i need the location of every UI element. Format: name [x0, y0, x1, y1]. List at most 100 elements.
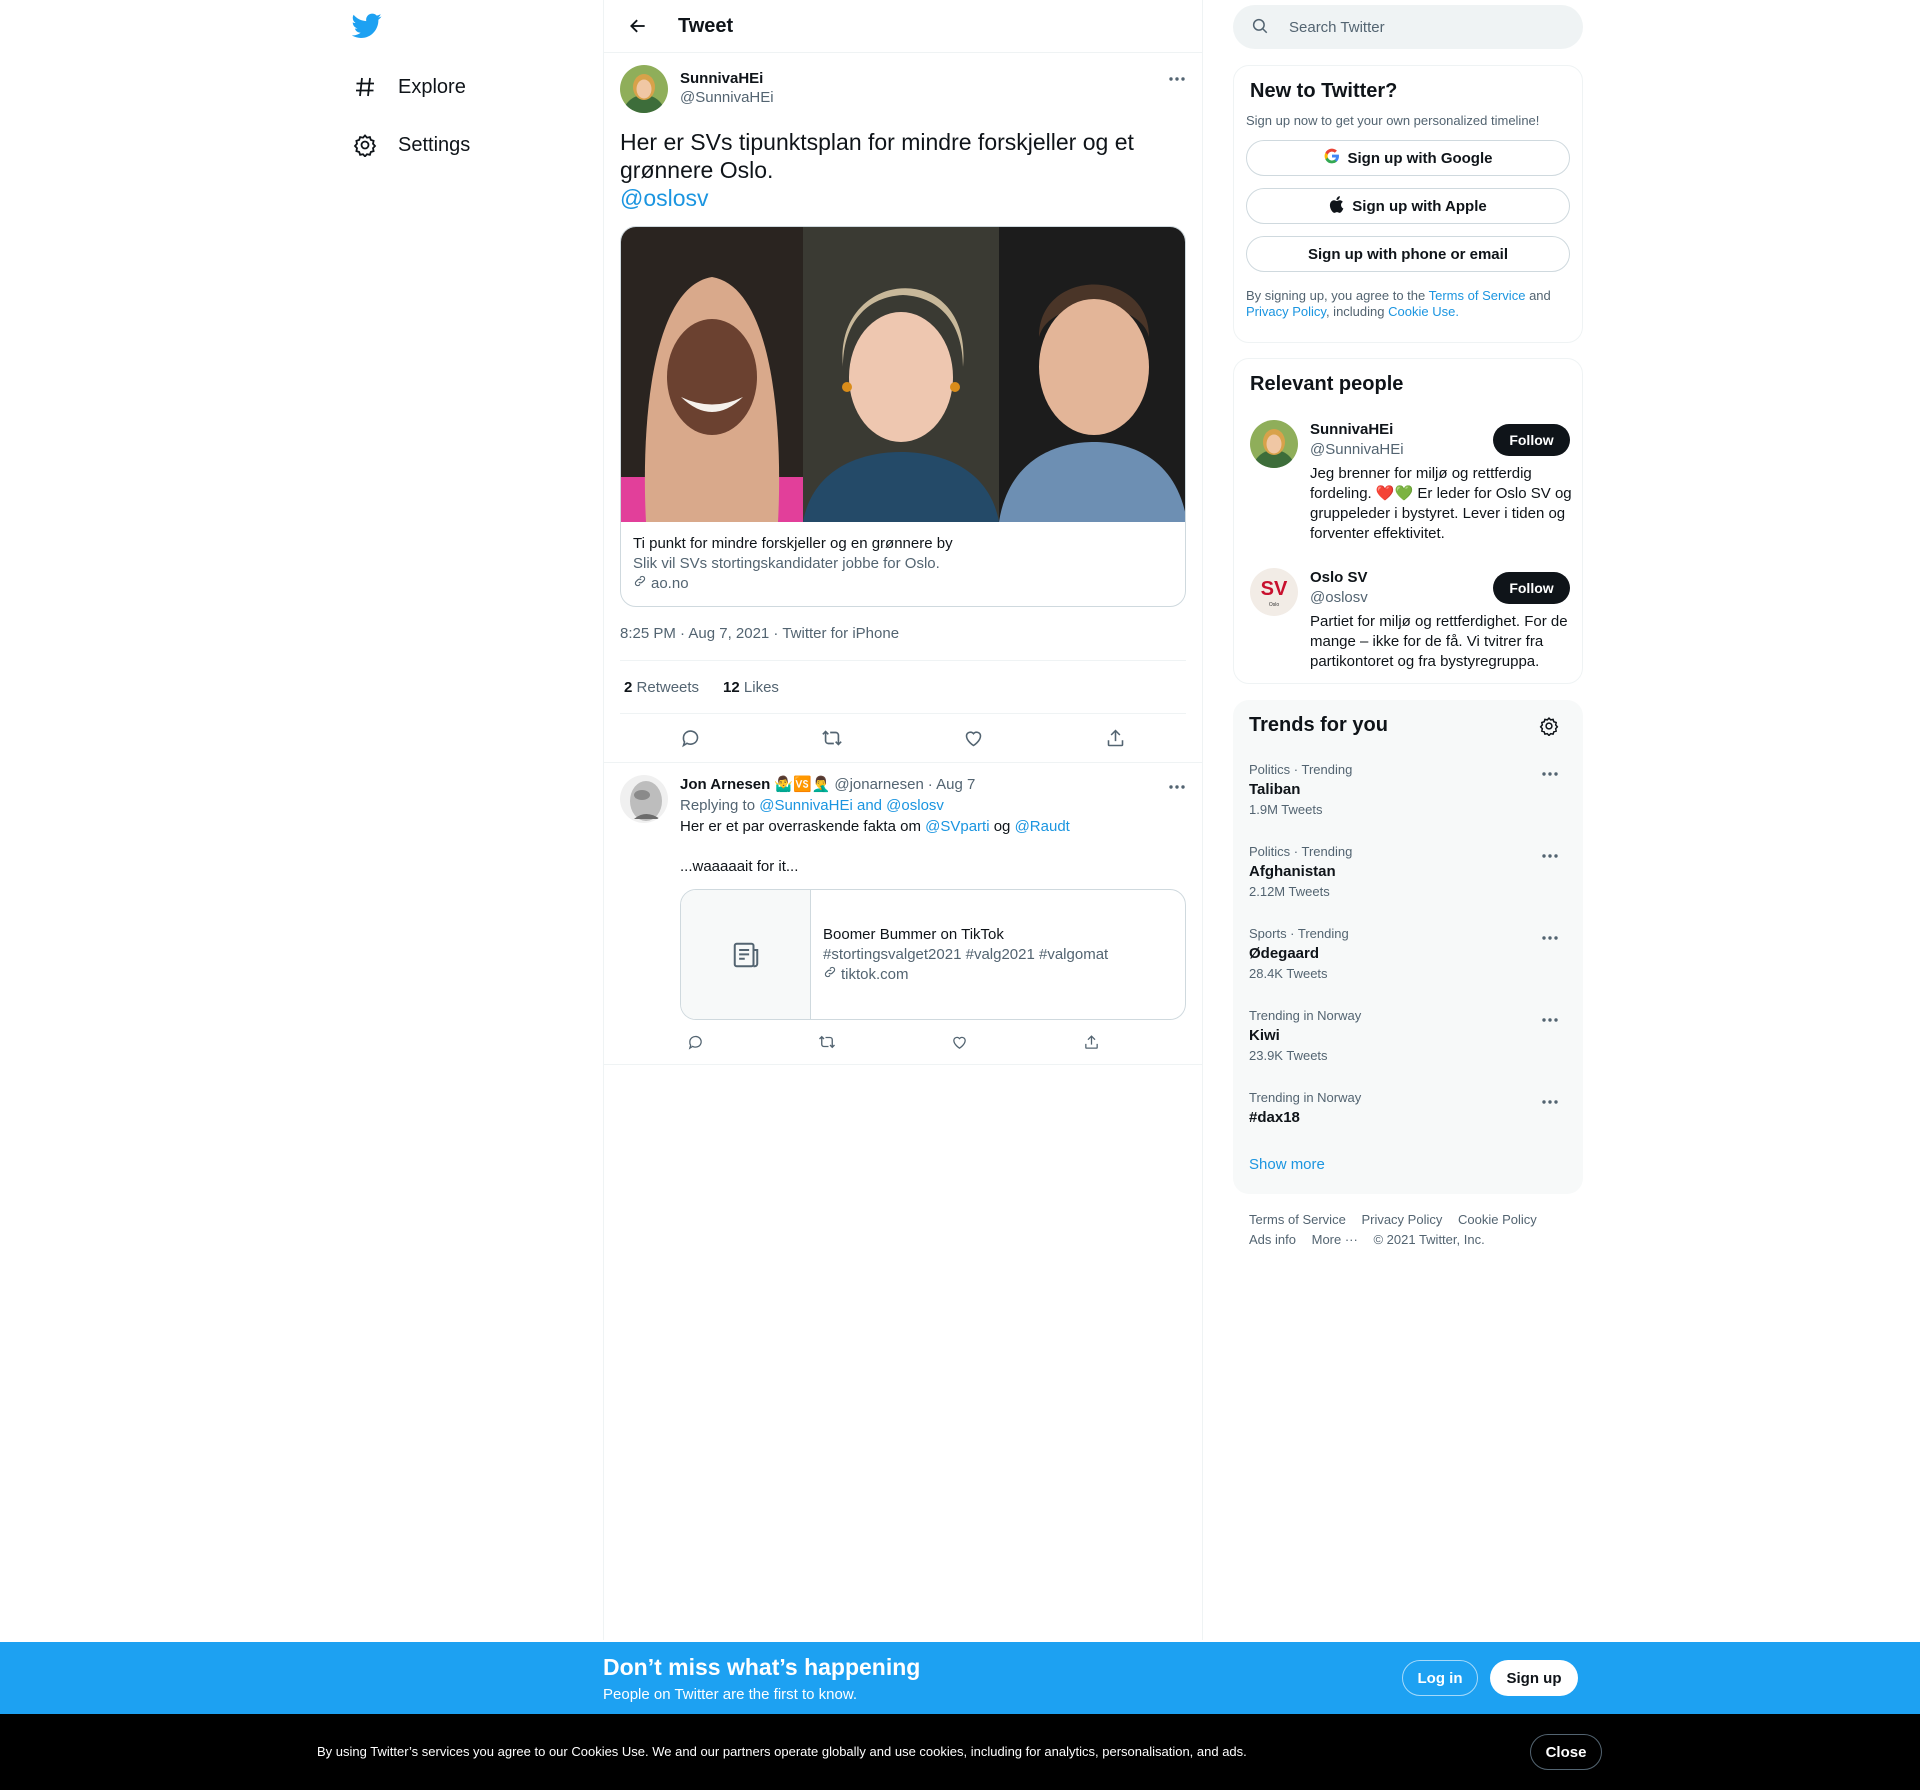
legal-including: , including — [1325, 304, 1385, 319]
nav-settings[interactable]: Settings — [352, 120, 470, 170]
nav-explore-label: Explore — [398, 75, 466, 98]
replying-to-link[interactable]: @SunnivaHEi and @oslosv — [759, 797, 944, 814]
mention-svparti[interactable]: @SVparti — [925, 818, 989, 835]
person-name[interactable]: SunnivaHEi — [1310, 420, 1393, 440]
tweet-author-row: SunnivaHEi @SunnivaHEi — [620, 65, 1186, 115]
tweet-body: Her er SVs tipunktsplan for mindre forsk… — [620, 129, 1134, 183]
trends-panel: Trends for you Politics · Trending Talib… — [1233, 700, 1583, 1194]
trend-name: Taliban — [1249, 781, 1301, 798]
footer-privacy-link[interactable]: Privacy Policy — [1361, 1212, 1442, 1227]
trend-more-icon[interactable] — [1533, 762, 1567, 786]
trend-more-icon[interactable] — [1533, 926, 1567, 950]
privacy-link[interactable]: Privacy Policy — [1246, 304, 1326, 319]
legal-and: and — [1529, 288, 1551, 303]
reply-text-start: Her er et par overraskende fakta om — [680, 818, 921, 835]
cookie-use-link[interactable]: Cookie Use. — [1388, 304, 1459, 319]
person-avatar[interactable] — [1250, 420, 1298, 468]
signup-google-button[interactable]: Sign up with Google — [1246, 140, 1570, 176]
share-icon[interactable] — [1076, 1027, 1106, 1057]
reply-more-options-icon[interactable] — [1160, 775, 1194, 799]
more-options-icon[interactable] — [1160, 67, 1194, 91]
cookie-close-button[interactable]: Close — [1530, 1734, 1602, 1770]
retweets-stat[interactable]: 2 Retweets — [624, 679, 699, 696]
share-icon[interactable] — [1096, 719, 1134, 757]
person-sunnivahei[interactable]: SunnivaHEi @SunnivaHEi Follow Jeg brenne… — [1250, 420, 1572, 550]
trend-more-icon[interactable] — [1533, 1008, 1567, 1032]
reply-date[interactable]: · Aug 7 — [928, 775, 976, 795]
like-heart-icon[interactable] — [944, 1027, 974, 1057]
reply-author-handle[interactable]: @jonarnesen — [834, 775, 923, 795]
trends-title: Trends for you — [1249, 714, 1388, 736]
replying-to: Replying to @SunnivaHEi and @oslosv — [680, 795, 1186, 817]
retweet-icon[interactable] — [812, 1027, 842, 1057]
person-handle[interactable]: @oslosv — [1310, 588, 1368, 608]
nav-explore[interactable]: Explore — [352, 62, 466, 112]
oslo-sv-logo[interactable]: SV Oslo — [1250, 568, 1298, 616]
person-bio: Partiet for miljø og rettferdighet. For … — [1310, 613, 1568, 670]
person-oslosv[interactable]: SV Oslo Oslo SV @oslosv Follow Partiet fo… — [1250, 568, 1570, 678]
like-heart-icon[interactable] — [955, 719, 993, 757]
author-avatar[interactable] — [620, 65, 668, 113]
person-handle[interactable]: @SunnivaHEi — [1310, 440, 1404, 460]
card-description: Slik vil SVs stortingskandidater jobbe f… — [633, 555, 940, 572]
search-input[interactable] — [1289, 18, 1549, 36]
trend-count: 28.4K Tweets — [1249, 966, 1328, 981]
tweet-header: Tweet — [604, 0, 1202, 53]
footer-cookie-link[interactable]: Cookie Policy — [1458, 1212, 1537, 1227]
reply-icon[interactable] — [672, 719, 710, 757]
link-card[interactable]: Ti punkt for mindre forskjeller og en gr… — [620, 226, 1186, 607]
reply-link-card[interactable]: Boomer Bummer on TikTok #stortingsvalget… — [680, 889, 1186, 1020]
author-handle[interactable]: @SunnivaHEi — [680, 88, 774, 107]
footer-ads-link[interactable]: Ads info — [1249, 1232, 1296, 1247]
reply-card-title: Boomer Bummer on TikTok — [823, 926, 1004, 943]
trend-item[interactable]: Sports · Trending Ødegaard 28.4K Tweets — [1249, 926, 1567, 996]
cookie-banner: By using Twitter’s services you agree to… — [0, 1714, 1920, 1790]
nav-settings-label: Settings — [398, 133, 471, 156]
signup-legal-text: By signing up, you agree to the Terms of… — [1246, 288, 1570, 320]
reply-tweet[interactable]: Jon Arnesen 🤷‍♂️🆚🤦‍♂️ @jonarnesen · Aug … — [604, 762, 1202, 1065]
tweet-mention-link[interactable]: @oslosv — [620, 184, 1186, 212]
trend-item[interactable]: Politics · Trending Taliban 1.9M Tweets — [1249, 762, 1567, 832]
follow-button[interactable]: Follow — [1493, 424, 1570, 456]
person-name[interactable]: Oslo SV — [1310, 568, 1368, 588]
trend-item[interactable]: Trending in Norway #dax18 — [1249, 1090, 1567, 1160]
reply-author-name[interactable]: Jon Arnesen — [680, 775, 770, 795]
trend-item[interactable]: Politics · Trending Afghanistan 2.12M Tw… — [1249, 844, 1567, 914]
card-body: Ti punkt for mindre forskjeller og en gr… — [621, 522, 1185, 606]
retweet-icon[interactable] — [813, 719, 851, 757]
signup-apple-label: Sign up with Apple — [1352, 197, 1487, 215]
show-more-link[interactable]: Show more — [1249, 1156, 1325, 1173]
trend-more-icon[interactable] — [1533, 1090, 1567, 1114]
signup-button[interactable]: Sign up — [1490, 1660, 1578, 1696]
document-icon — [681, 890, 811, 1019]
author-name[interactable]: SunnivaHEi — [680, 69, 774, 88]
reply-card-domain: tiktok.com — [823, 965, 1108, 985]
relevant-people-panel: Relevant people SunnivaHEi @SunnivaHEi F… — [1233, 358, 1583, 684]
mention-raudt[interactable]: @Raudt — [1015, 818, 1070, 835]
footer-more-link[interactable]: More ··· — [1312, 1232, 1358, 1247]
trend-item[interactable]: Trending in Norway Kiwi 23.9K Tweets — [1249, 1008, 1567, 1078]
login-button[interactable]: Log in — [1402, 1660, 1478, 1696]
trends-settings-gear-icon[interactable] — [1539, 716, 1561, 738]
follow-button[interactable]: Follow — [1493, 572, 1570, 604]
reply-icon[interactable] — [680, 1027, 710, 1057]
relevant-people-title: Relevant people — [1250, 373, 1404, 395]
gear-icon — [352, 132, 378, 158]
back-arrow-icon[interactable] — [620, 8, 656, 44]
trend-count: 2.12M Tweets — [1249, 884, 1330, 899]
signup-banner-title: Don’t miss what’s happening — [603, 1654, 921, 1680]
signup-apple-button[interactable]: Sign up with Apple — [1246, 188, 1570, 224]
twitter-bird-icon[interactable] — [351, 13, 382, 41]
likes-stat[interactable]: 12 Likes — [723, 679, 779, 696]
trend-more-icon[interactable] — [1533, 844, 1567, 868]
oslo-sv-logo-subtext: Oslo — [1269, 602, 1280, 608]
reply-actions — [680, 1020, 1186, 1064]
terms-link[interactable]: Terms of Service — [1429, 288, 1526, 303]
retweets-label: Retweets — [636, 678, 700, 696]
signup-panel: New to Twitter? Sign up now to get your … — [1233, 65, 1583, 343]
footer-terms-link[interactable]: Terms of Service — [1249, 1212, 1346, 1227]
reply-author-avatar[interactable] — [620, 775, 668, 823]
signup-phone-email-button[interactable]: Sign up with phone or email — [1246, 236, 1570, 272]
search-bar[interactable] — [1233, 5, 1583, 49]
trend-count: 1.9M Tweets — [1249, 802, 1323, 817]
